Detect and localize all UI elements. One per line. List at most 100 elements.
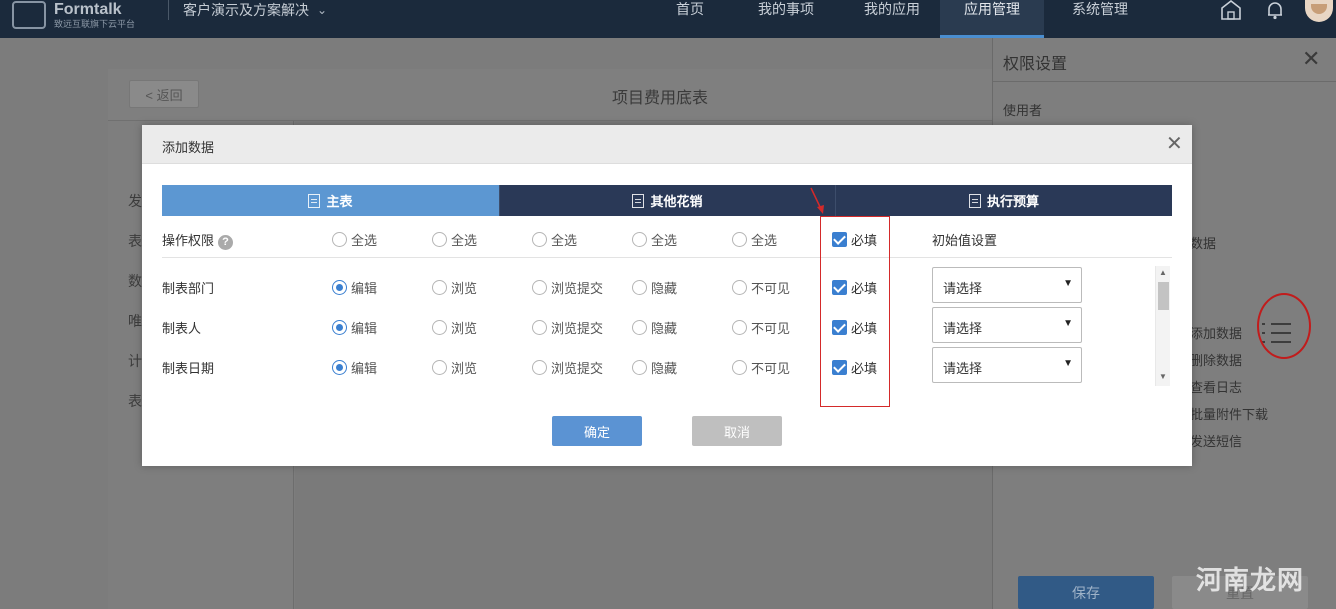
tab-other-expenses[interactable]: 其他花销 bbox=[499, 185, 835, 216]
action-batch-download[interactable]: 批量附件下载 bbox=[1190, 404, 1268, 423]
select-all-edit[interactable]: 全选 bbox=[332, 230, 377, 249]
radio-label: 隐藏 bbox=[651, 281, 678, 296]
nav-my-apps[interactable]: 我的应用 bbox=[834, 0, 940, 38]
sidebar-item[interactable]: 唯 bbox=[128, 311, 142, 331]
radio-browse[interactable]: 浏览 bbox=[432, 278, 477, 297]
field-name: 制表部门 bbox=[162, 281, 215, 296]
radio-icon bbox=[332, 232, 347, 247]
select-value: 请选择 bbox=[943, 321, 983, 336]
initial-value-select[interactable]: 请选择 ▼ bbox=[932, 307, 1082, 343]
select-all-hidden[interactable]: 全选 bbox=[632, 230, 677, 249]
radio-invisible[interactable]: 不可见 bbox=[732, 358, 790, 377]
logo-title: Formtalk bbox=[54, 0, 122, 18]
radio-icon bbox=[432, 360, 447, 375]
radio-browse-submit[interactable]: 浏览提交 bbox=[532, 358, 603, 377]
caret-down-icon: ▼ bbox=[1063, 318, 1073, 329]
scrollbar-thumb[interactable] bbox=[1158, 282, 1169, 310]
org-switcher[interactable]: 客户演示及方案解决 ⌄ bbox=[168, 0, 327, 20]
radio-edit[interactable]: 编辑 bbox=[332, 278, 377, 297]
radio-browse-submit[interactable]: 浏览提交 bbox=[532, 278, 603, 297]
action-view-log[interactable]: 查看日志 bbox=[1190, 377, 1242, 396]
radio-icon bbox=[432, 320, 447, 335]
action-add-data[interactable]: 添加数据 bbox=[1190, 323, 1242, 342]
radio-label: 浏览提交 bbox=[551, 281, 604, 296]
select-all-invisible[interactable]: 全选 bbox=[732, 230, 777, 249]
radio-label: 不可见 bbox=[751, 281, 791, 296]
radio-icon bbox=[532, 232, 547, 247]
save-button[interactable]: 保存 bbox=[1018, 576, 1154, 609]
table-row: 制表人 编辑 浏览 浏览提交 隐藏 不可见 必填 请选择 ▼ bbox=[162, 307, 1162, 343]
nav-home[interactable]: 首页 bbox=[656, 0, 724, 38]
radio-icon bbox=[732, 280, 747, 295]
radio-hidden[interactable]: 隐藏 bbox=[632, 318, 677, 337]
action-delete-data[interactable]: 删除数据 bbox=[1190, 350, 1242, 369]
logo-subtitle: 致远互联旗下云平台 bbox=[54, 18, 136, 29]
sidebar-item[interactable]: 表 bbox=[128, 231, 142, 251]
table-row: 制表部门 编辑 浏览 浏览提交 隐藏 不可见 必填 请选择 ▼ bbox=[162, 267, 1162, 303]
radio-edit[interactable]: 编辑 bbox=[332, 358, 377, 377]
radio-icon bbox=[632, 232, 647, 247]
document-icon bbox=[632, 193, 645, 208]
initial-value-select[interactable]: 请选择 ▼ bbox=[932, 267, 1082, 303]
radio-browse[interactable]: 浏览 bbox=[432, 318, 477, 337]
org-name: 客户演示及方案解决 bbox=[183, 2, 309, 18]
nav-app-management[interactable]: 应用管理 bbox=[940, 0, 1044, 38]
radio-edit[interactable]: 编辑 bbox=[332, 318, 377, 337]
radio-label: 浏览提交 bbox=[551, 321, 604, 336]
annotation-arrow-icon bbox=[810, 187, 824, 214]
sidebar-item[interactable]: 数 bbox=[128, 271, 142, 291]
radio-invisible[interactable]: 不可见 bbox=[732, 278, 790, 297]
operation-permission-row: 操作权限? 全选 全选 全选 全选 全选 必填 初始值设置 bbox=[162, 227, 1162, 250]
radio-icon bbox=[632, 360, 647, 375]
main-nav: 首页 我的事项 我的应用 应用管理 系统管理 bbox=[656, 0, 1148, 38]
close-icon[interactable]: ✕ bbox=[1302, 48, 1320, 70]
add-data-dialog: 添加数据 ✕ 主表 其他花销 执行预算 操作权限? 全选 全选 全选 全选 全选… bbox=[142, 125, 1192, 466]
back-button[interactable]: < 返回 bbox=[129, 80, 199, 108]
data-label: 数据 bbox=[1190, 236, 1217, 251]
tab-execution-budget[interactable]: 执行预算 bbox=[835, 185, 1172, 216]
radio-hidden[interactable]: 隐藏 bbox=[632, 278, 677, 297]
select-all-browse-submit[interactable]: 全选 bbox=[532, 230, 577, 249]
help-icon[interactable]: ? bbox=[218, 235, 234, 250]
close-icon[interactable]: ✕ bbox=[1166, 134, 1183, 154]
nav-system-management[interactable]: 系统管理 bbox=[1044, 0, 1148, 38]
user-avatar[interactable] bbox=[1305, 0, 1333, 22]
radio-browse-submit[interactable]: 浏览提交 bbox=[532, 318, 603, 337]
sidebar-item[interactable]: 表 bbox=[128, 391, 142, 411]
cancel-button[interactable]: 取消 bbox=[692, 416, 782, 446]
radio-label: 全选 bbox=[551, 233, 578, 248]
scrollbar[interactable]: ▲ ▼ bbox=[1155, 266, 1170, 386]
sidebar-item[interactable]: 计 bbox=[128, 351, 142, 371]
confirm-button[interactable]: 确定 bbox=[552, 416, 642, 446]
sidebar-item[interactable]: 发 bbox=[128, 191, 142, 211]
radio-invisible[interactable]: 不可见 bbox=[732, 318, 790, 337]
radio-browse[interactable]: 浏览 bbox=[432, 358, 477, 377]
tab-main-table[interactable]: 主表 bbox=[162, 185, 499, 216]
scroll-up-icon[interactable]: ▲ bbox=[1159, 268, 1167, 277]
radio-label: 浏览提交 bbox=[551, 361, 604, 376]
app-logo[interactable]: Formtalk 致远互联旗下云平台 bbox=[12, 0, 135, 30]
field-name: 制表日期 bbox=[162, 361, 215, 376]
action-send-sms[interactable]: 发送短信 bbox=[1190, 431, 1242, 450]
radio-icon bbox=[632, 280, 647, 295]
document-icon bbox=[968, 193, 981, 208]
store-icon[interactable] bbox=[1219, 0, 1243, 22]
radio-hidden[interactable]: 隐藏 bbox=[632, 358, 677, 377]
select-value: 请选择 bbox=[943, 361, 983, 376]
initial-value-header: 初始值设置 bbox=[932, 233, 998, 248]
operation-permission-label: 操作权限? bbox=[162, 230, 234, 250]
nav-my-tasks[interactable]: 我的事项 bbox=[724, 0, 834, 38]
radio-icon bbox=[432, 232, 447, 247]
scroll-down-icon[interactable]: ▼ bbox=[1159, 372, 1167, 381]
select-all-browse[interactable]: 全选 bbox=[432, 230, 477, 249]
bell-icon[interactable] bbox=[1263, 0, 1287, 22]
caret-down-icon: ▼ bbox=[1063, 358, 1073, 369]
radio-label: 全选 bbox=[751, 233, 778, 248]
background-header bbox=[108, 69, 992, 121]
annotation-circle bbox=[1257, 293, 1311, 359]
radio-label: 编辑 bbox=[351, 281, 378, 296]
radio-label: 浏览 bbox=[451, 361, 478, 376]
radio-icon bbox=[332, 320, 347, 335]
radio-label: 隐藏 bbox=[651, 361, 678, 376]
initial-value-select[interactable]: 请选择 ▼ bbox=[932, 347, 1082, 383]
